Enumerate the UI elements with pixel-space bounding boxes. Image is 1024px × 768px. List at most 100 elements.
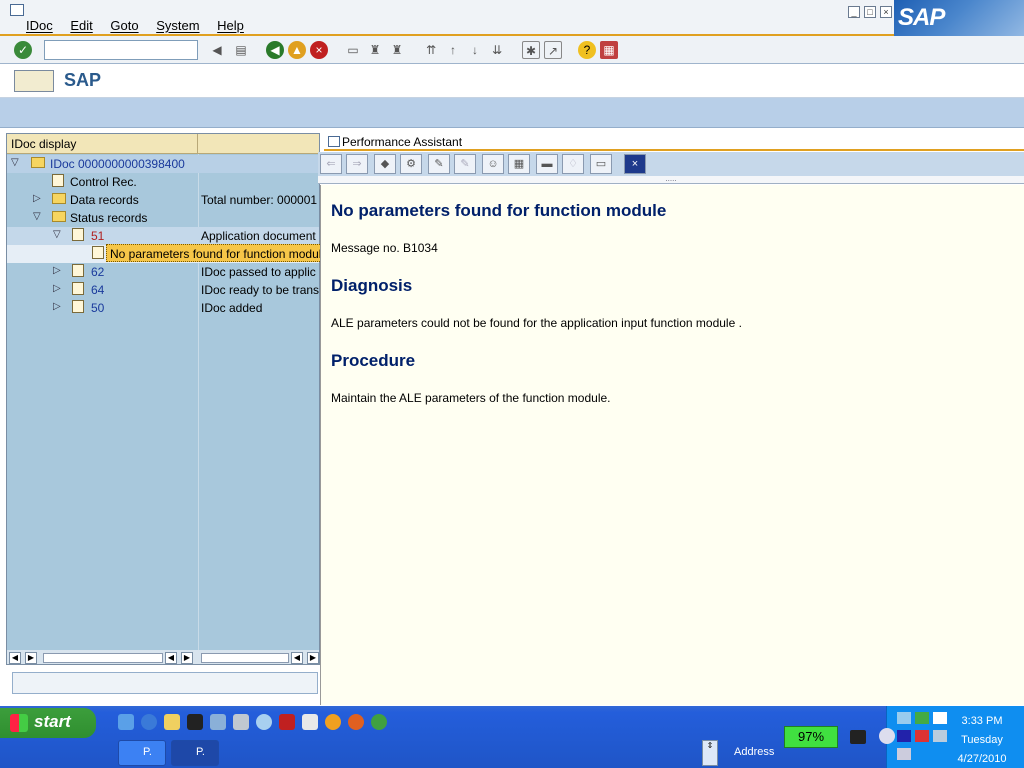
expand-icon[interactable]: ▷ [53,265,61,276]
ie-icon[interactable] [141,714,157,730]
app-icon[interactable] [210,714,226,730]
display-change-icon[interactable] [14,70,54,92]
close-icon[interactable]: × [624,154,646,174]
back-small-icon[interactable]: ◀ [208,41,226,59]
tree-row-status-62[interactable]: ▷ 62 IDoc passed to applic [7,263,319,281]
tree-row-status-50[interactable]: ▷ 50 IDoc added [7,299,319,317]
tree-row-control[interactable]: Control Rec. [7,173,319,191]
collapse-icon[interactable]: ▽ [53,229,61,240]
cmd-icon[interactable] [187,714,203,730]
forward-arrow-icon[interactable]: ⇒ [346,154,368,174]
scroll-left-icon[interactable]: ◀ [165,652,177,664]
table-icon[interactable]: ▦ [508,154,530,174]
help-icon[interactable]: ? [578,41,596,59]
horizontal-scrollbar[interactable]: ◀ ▶ ◀ ▶ ◀ ▶ [7,650,319,664]
link-icon[interactable]: ▬ [536,154,558,174]
close-icon[interactable]: × [880,6,892,18]
collapse-icon[interactable]: ▽ [33,211,41,222]
tray-icon[interactable] [933,712,947,724]
find-next-icon[interactable]: ♜ [388,41,406,59]
address-scroll[interactable]: ⇕ [702,740,718,766]
scroll-right-icon[interactable]: ▶ [181,652,193,664]
scroll-left-icon[interactable]: ◀ [291,652,303,664]
bluetooth-icon[interactable] [897,730,911,742]
maximize-icon[interactable]: □ [864,6,876,18]
first-page-icon[interactable]: ⇈ [422,41,440,59]
book-icon[interactable]: ◆ [374,154,396,174]
tree-row-status-51[interactable]: ▽ 51 Application document [7,227,319,245]
create-session-icon[interactable]: ✱ [522,41,540,59]
command-field[interactable] [44,40,198,60]
last-page-icon[interactable]: ⇊ [488,41,506,59]
tree-row-status-records[interactable]: ▽ Status records [7,209,319,227]
column-separator[interactable] [197,134,198,154]
previous-page-icon[interactable]: ↑ [444,41,462,59]
menu-idoc[interactable]: IDoc [26,18,53,33]
print-icon[interactable]: ▭ [344,41,362,59]
tray-expand-icon[interactable] [879,728,895,744]
taskbar-item[interactable]: P. [118,740,166,766]
expand-icon[interactable]: ▷ [33,193,41,204]
tree-row-idoc[interactable]: ▽ IDoc 0000000000398400 [7,155,319,173]
next-page-icon[interactable]: ↓ [466,41,484,59]
find-icon[interactable]: ♜ [366,41,384,59]
app-icon[interactable] [325,714,341,730]
user-icon[interactable]: ☺ [482,154,504,174]
hierarchy-icon[interactable]: ♢ [562,154,584,174]
tray-icon[interactable] [897,712,911,724]
calculator-icon[interactable] [233,714,249,730]
document-icon [92,246,104,259]
expand-icon[interactable]: ▷ [53,283,61,294]
status-code: 50 [91,301,105,315]
scroll-track[interactable] [43,653,163,663]
minimize-icon[interactable]: _ [848,6,860,18]
enter-icon[interactable]: ✓ [14,41,32,59]
system-menu-icon[interactable] [10,4,24,16]
shortcut-icon[interactable]: ↗ [544,41,562,59]
tree-row-data-records[interactable]: ▷ Data records Total number: 000001 [7,191,319,209]
clock[interactable]: 3:33 PM Tuesday 4/27/2010 [952,712,1012,768]
collapse-icon[interactable]: ▽ [11,157,19,168]
menu-system[interactable]: System [156,18,199,33]
taskbar-item-active[interactable]: P. [171,740,219,766]
network-icon[interactable] [933,730,947,742]
pane-splitter[interactable]: ..... [318,175,1024,184]
diagnosis-text: ALE parameters could not be found for th… [331,316,742,330]
menu-goto[interactable]: Goto [110,18,138,33]
tray-icon[interactable] [915,712,929,724]
status-code: 51 [91,229,105,243]
layout-menu-icon[interactable]: ▦ [600,41,618,59]
idoc-number: IDoc 0000000000398400 [50,157,185,171]
print-icon[interactable]: ▭ [590,154,612,174]
grid-icon[interactable] [302,714,318,730]
comment-icon[interactable]: ✎ [454,154,476,174]
computer-icon[interactable] [897,748,911,760]
back-icon[interactable]: ◀ [266,41,284,59]
standard-toolbar: ✓ ◀ ▤ ◀ ▲ × ▭ ♜ ♜ ⇈ ↑ ↓ ⇊ ✱ ↗ ? ▦ [0,36,1024,64]
technical-info-icon[interactable]: ⚙ [400,154,422,174]
chat-icon[interactable] [256,714,272,730]
scroll-right-icon[interactable]: ▶ [25,652,37,664]
window-icon[interactable] [328,136,340,147]
edit-icon[interactable]: ✎ [428,154,450,174]
tree-row-status-64[interactable]: ▷ 64 IDoc ready to be trans [7,281,319,299]
power-icon[interactable] [279,714,295,730]
folder-icon [31,157,45,168]
exit-icon[interactable]: ▲ [288,41,306,59]
back-arrow-icon[interactable]: ⇐ [320,154,342,174]
firefox-icon[interactable] [348,714,364,730]
menu-edit[interactable]: Edit [70,18,92,33]
save-icon[interactable]: ▤ [232,41,250,59]
scroll-right-icon[interactable]: ▶ [307,652,319,664]
start-button[interactable]: start [0,708,96,738]
cancel-icon[interactable]: × [310,41,328,59]
desktop-icon[interactable] [118,714,134,730]
tree-tooltip: No parameters found for function module [106,244,333,262]
folder-icon[interactable] [164,714,180,730]
tray-icon[interactable] [915,730,929,742]
menu-help[interactable]: Help [217,18,244,33]
scroll-track[interactable] [201,653,289,663]
scroll-left-icon[interactable]: ◀ [9,652,21,664]
expand-icon[interactable]: ▷ [53,301,61,312]
app-icon[interactable] [371,714,387,730]
